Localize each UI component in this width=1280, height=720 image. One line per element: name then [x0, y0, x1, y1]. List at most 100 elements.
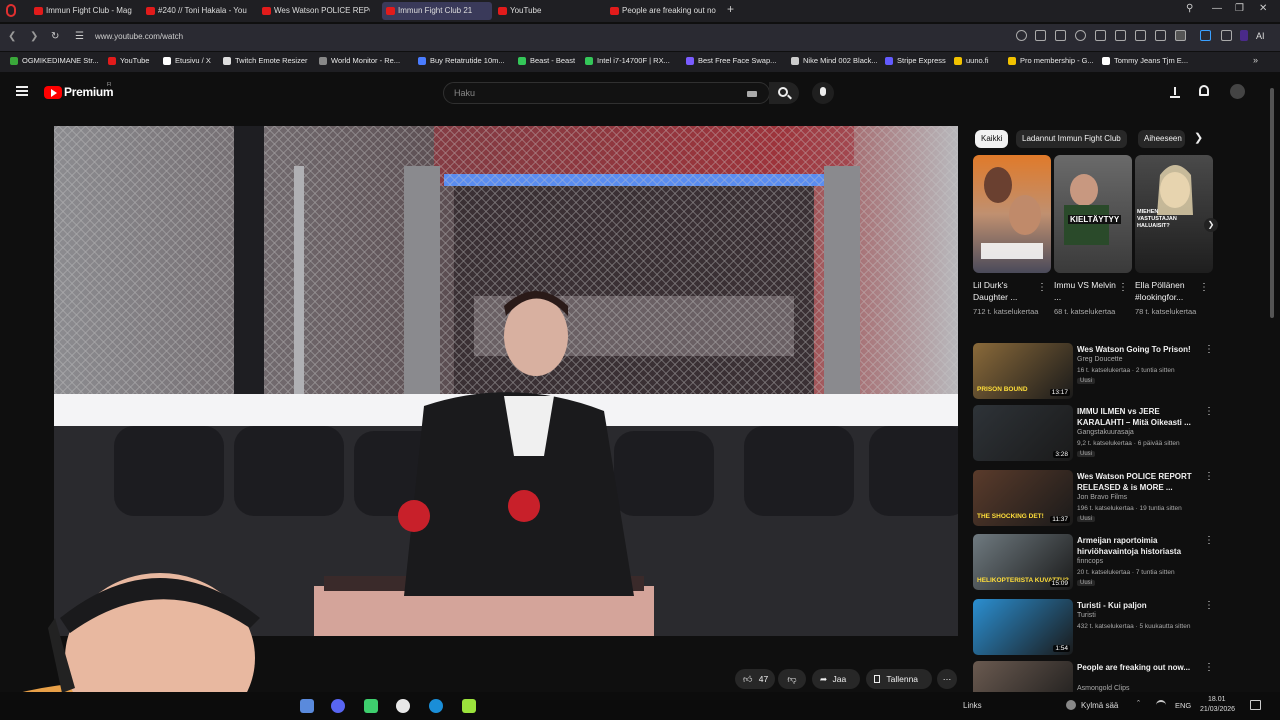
video-menu-icon[interactable]: ⋮ — [1204, 406, 1214, 417]
cube-icon[interactable] — [1221, 30, 1232, 41]
bookmark-item[interactable]: uuno.fi — [954, 56, 989, 65]
video-thumbnail[interactable]: PRISON BOUND 13:17 — [973, 343, 1073, 399]
short-menu-icon-3[interactable]: ⋮ — [1199, 282, 1209, 293]
back-icon[interactable]: ❮ — [8, 31, 16, 42]
short-thumbnail-1[interactable] — [973, 155, 1051, 273]
play-icon[interactable] — [1095, 30, 1106, 41]
search-tabs-icon[interactable]: ⚲ — [1186, 3, 1193, 14]
video-thumbnail[interactable]: HELIKOPTERISTA KUVATTU? 15:09 — [973, 534, 1073, 590]
bookmark-item[interactable]: YouTube — [108, 56, 149, 65]
video-channel[interactable]: Greg Doucette — [1077, 356, 1123, 363]
shorts-next-icon[interactable]: ❯ — [1204, 218, 1218, 232]
chip-uploaded-by[interactable]: Ladannut Immun Fight Club — [1016, 130, 1127, 148]
short-title-1[interactable]: Lil Durk's Daughter ... — [973, 279, 1037, 303]
forward-icon[interactable]: ❯ — [30, 31, 38, 42]
voice-search-button[interactable] — [812, 82, 834, 104]
extension-icon[interactable] — [1200, 30, 1211, 41]
video-title[interactable]: IMMU ILMEN vs JERE KARALAHTI – Mitä Oike… — [1077, 406, 1202, 428]
network-icon[interactable] — [1156, 700, 1166, 710]
share-button[interactable]: ➦ Jaa — [812, 669, 860, 689]
weather-text[interactable]: Kylmä sää — [1081, 701, 1118, 710]
url-field[interactable]: www.youtube.com/watch — [95, 32, 183, 41]
video-menu-icon[interactable]: ⋮ — [1204, 471, 1214, 482]
video-menu-icon[interactable]: ⋮ — [1204, 662, 1214, 673]
save-button[interactable]: Tallenna — [866, 669, 932, 689]
discord-icon[interactable] — [331, 699, 345, 713]
tab-3[interactable]: Wes Watson POLICE REPO — [258, 2, 370, 20]
new-tab-button[interactable]: + — [727, 2, 734, 16]
bookmark-item[interactable]: Nike Mind 002 Black... — [791, 56, 878, 65]
bookmark-item[interactable]: Beast - Beast — [518, 56, 575, 65]
download-icon[interactable] — [1135, 30, 1146, 41]
language-indicator[interactable]: ENG — [1175, 701, 1191, 710]
bookmark-item[interactable]: Buy Retatrutide 10m... — [418, 56, 505, 65]
close-window-icon[interactable]: ✕ — [1259, 3, 1267, 14]
keyboard-icon[interactable] — [747, 91, 757, 97]
tray-chevron-icon[interactable]: ˆ — [1137, 699, 1140, 709]
page-scrollbar[interactable] — [1270, 88, 1274, 318]
search-input[interactable]: Haku — [443, 82, 770, 104]
maximize-icon[interactable]: ❐ — [1235, 3, 1244, 14]
notifications-bell-icon[interactable] — [1199, 85, 1209, 96]
notification-center-icon[interactable] — [1250, 700, 1261, 710]
chip-related[interactable]: Aiheeseen — [1138, 130, 1185, 148]
video-channel[interactable]: Gangstakuurasaja — [1077, 429, 1134, 436]
video-title[interactable]: Wes Watson Going To Prison! — [1077, 344, 1202, 355]
avatar[interactable] — [1230, 84, 1245, 99]
search-page-icon[interactable] — [1016, 30, 1027, 41]
chips-next-icon[interactable]: ❯ — [1194, 131, 1203, 144]
dislike-button[interactable]: 👎︎ — [778, 669, 806, 689]
bookmark-item[interactable]: Pro membership - G... — [1008, 56, 1094, 65]
edit-icon[interactable] — [1035, 30, 1046, 41]
search-button[interactable] — [769, 82, 799, 104]
short-menu-icon-2[interactable]: ⋮ — [1118, 282, 1128, 293]
tab-5[interactable]: YouTube — [494, 2, 606, 20]
tab-4-active[interactable]: Immun Fight Club 21 — [382, 2, 492, 20]
heart-icon[interactable] — [1115, 30, 1126, 41]
launcher-icon[interactable] — [462, 699, 476, 713]
video-menu-icon[interactable]: ⋮ — [1204, 344, 1214, 355]
video-menu-icon[interactable]: ⋮ — [1204, 535, 1214, 546]
minimize-icon[interactable]: — — [1212, 3, 1222, 14]
camera-icon[interactable] — [1055, 30, 1066, 41]
more-actions-button[interactable]: ⋯ — [937, 669, 957, 689]
like-button[interactable]: 👍︎ 47 — [735, 669, 775, 689]
video-title[interactable]: Turisti - Kui paljon — [1077, 600, 1202, 611]
video-title[interactable]: People are freaking out now... — [1077, 662, 1202, 673]
short-menu-icon-1[interactable]: ⋮ — [1037, 282, 1047, 293]
aria-ai-icon[interactable] — [1240, 30, 1248, 41]
bookmarks-overflow-icon[interactable]: » — [1253, 55, 1258, 65]
bookmark-item[interactable]: Tommy Jeans Tjm E... — [1102, 56, 1188, 65]
clock-date[interactable]: 21/03/2026 — [1200, 706, 1235, 713]
tab-1[interactable]: Immun Fight Club - Mag — [30, 2, 142, 20]
bookmark-item[interactable]: OGMIKEDIMANE Str... — [10, 56, 99, 65]
game-app-icon[interactable] — [396, 699, 410, 713]
ai-button[interactable]: AI — [1256, 31, 1265, 41]
video-channel[interactable]: Asmongold Clips — [1077, 685, 1130, 692]
links-toolbar[interactable]: Links — [963, 701, 982, 710]
tab-2[interactable]: #240 // Toni Hakala - You — [142, 2, 254, 20]
video-thumbnail[interactable]: 1:54 — [973, 599, 1073, 655]
video-channel[interactable]: Jon Bravo Films — [1077, 494, 1127, 501]
video-title[interactable]: Wes Watson POLICE REPORT RELEASED & is M… — [1077, 471, 1202, 493]
upload-icon[interactable] — [1170, 86, 1180, 98]
video-title[interactable]: Armeijan raportoimia hirviöhavaintoja hi… — [1077, 535, 1202, 557]
profile-icon[interactable] — [1175, 30, 1186, 41]
video-thumbnail[interactable]: THE SHOCKING DET! 11:37 — [973, 470, 1073, 526]
bookmark-item[interactable]: Etusivu / X — [163, 56, 211, 65]
spotify-like-app-icon[interactable] — [364, 699, 378, 713]
bookmark-item[interactable]: Intel i7-14700F | RX... — [585, 56, 670, 65]
shield-icon[interactable] — [1075, 30, 1086, 41]
site-info-icon[interactable]: ☰ — [75, 31, 84, 42]
chip-all[interactable]: Kaikki — [975, 130, 1009, 148]
bookmark-item[interactable]: Twitch Emote Resizer — [223, 56, 308, 65]
bookmark-item[interactable]: Stripe Express — [885, 56, 946, 65]
video-thumbnail[interactable]: 3:28 — [973, 405, 1073, 461]
edge-icon[interactable] — [429, 699, 443, 713]
clock-time[interactable]: 18.01 — [1208, 696, 1226, 703]
short-thumbnail-3[interactable]: MIEHEN VASTUSTAJAN HALUAISIT? — [1135, 155, 1213, 273]
short-title-3[interactable]: Ella Pöllänen #lookingfor... — [1135, 279, 1199, 303]
tab-6[interactable]: People are freaking out no — [606, 2, 718, 20]
menu-list-icon[interactable] — [1155, 30, 1166, 41]
video-channel[interactable]: finncops — [1077, 558, 1103, 565]
